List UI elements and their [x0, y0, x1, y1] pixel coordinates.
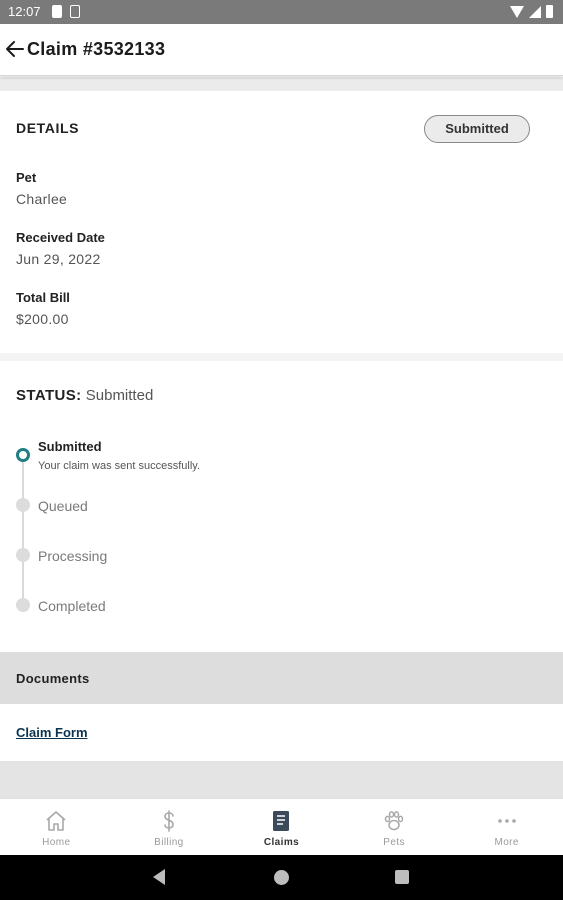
- nav-home-label: Home: [42, 837, 71, 848]
- nav-claims[interactable]: Claims: [225, 799, 338, 856]
- details-section: DETAILS Submitted Pet Charlee Received D…: [0, 91, 563, 353]
- step-label-submitted: Submitted: [38, 439, 102, 454]
- app-bar: Claim #3532133: [0, 24, 563, 76]
- step-dot-submitted: [16, 448, 30, 462]
- storage-icon: [70, 5, 80, 18]
- section-divider: [0, 353, 563, 361]
- status-badge: Submitted: [424, 115, 530, 143]
- pet-value: Charlee: [16, 191, 68, 207]
- status-bar: 12:07: [0, 0, 563, 24]
- status-title: STATUS: Submitted: [16, 387, 153, 404]
- step-label-completed: Completed: [38, 598, 106, 614]
- paw-icon: [384, 811, 404, 831]
- nav-pets[interactable]: Pets: [338, 799, 451, 856]
- details-heading: DETAILS: [16, 120, 80, 136]
- sd-card-icon: [52, 5, 62, 18]
- nav-home[interactable]: Home: [0, 799, 113, 856]
- home-icon: [46, 811, 66, 831]
- pet-label: Pet: [16, 170, 37, 185]
- step-dot-completed: [16, 598, 30, 612]
- top-spacer: [0, 77, 563, 91]
- more-dots-icon: [497, 819, 516, 823]
- status-value: Submitted: [85, 387, 154, 404]
- nav-pets-label: Pets: [383, 837, 405, 848]
- step-description-submitted: Your claim was sent successfully.: [38, 460, 201, 472]
- total-bill-label: Total Bill: [16, 290, 70, 305]
- battery-icon: [546, 5, 553, 18]
- received-date-label: Received Date: [16, 230, 105, 245]
- notification-icons: [52, 5, 80, 18]
- documents-header: Documents: [0, 652, 563, 704]
- system-navigation-bar: [0, 855, 563, 900]
- bottom-spacer: [0, 761, 563, 798]
- total-bill-value: $200.00: [16, 311, 69, 327]
- step-label-processing: Processing: [38, 548, 108, 564]
- received-date-value: Jun 29, 2022: [16, 251, 101, 267]
- arrow-left-icon: [6, 41, 24, 57]
- status-section: STATUS: Submitted Submitted Your claim w…: [0, 361, 563, 651]
- step-dot-queued: [16, 498, 30, 512]
- dollar-icon: [164, 810, 174, 832]
- system-back-icon[interactable]: [153, 869, 165, 885]
- nav-more-label: More: [494, 837, 519, 848]
- system-indicators: [510, 5, 553, 18]
- system-recents-icon[interactable]: [395, 870, 409, 884]
- status-label: STATUS:: [16, 387, 82, 404]
- nav-more[interactable]: More: [450, 799, 563, 856]
- system-home-icon[interactable]: [274, 870, 289, 885]
- signal-icon: [529, 5, 541, 18]
- step-label-queued: Queued: [38, 498, 88, 514]
- claim-form-link[interactable]: Claim Form: [16, 725, 88, 740]
- documents-list: Claim Form: [0, 704, 563, 761]
- page-title: Claim #3532133: [27, 39, 166, 59]
- status-time: 12:07: [8, 4, 41, 19]
- back-button[interactable]: [4, 36, 28, 62]
- document-icon: [273, 811, 290, 831]
- step-dot-processing: [16, 548, 30, 562]
- nav-claims-label: Claims: [263, 837, 300, 848]
- documents-heading: Documents: [16, 671, 90, 686]
- timeline-line: [22, 456, 24, 606]
- wifi-icon: [510, 5, 524, 18]
- nav-billing-label: Billing: [154, 837, 184, 848]
- nav-billing[interactable]: Billing: [113, 799, 226, 856]
- bottom-navigation: Home Billing Claims Pets More: [0, 798, 563, 855]
